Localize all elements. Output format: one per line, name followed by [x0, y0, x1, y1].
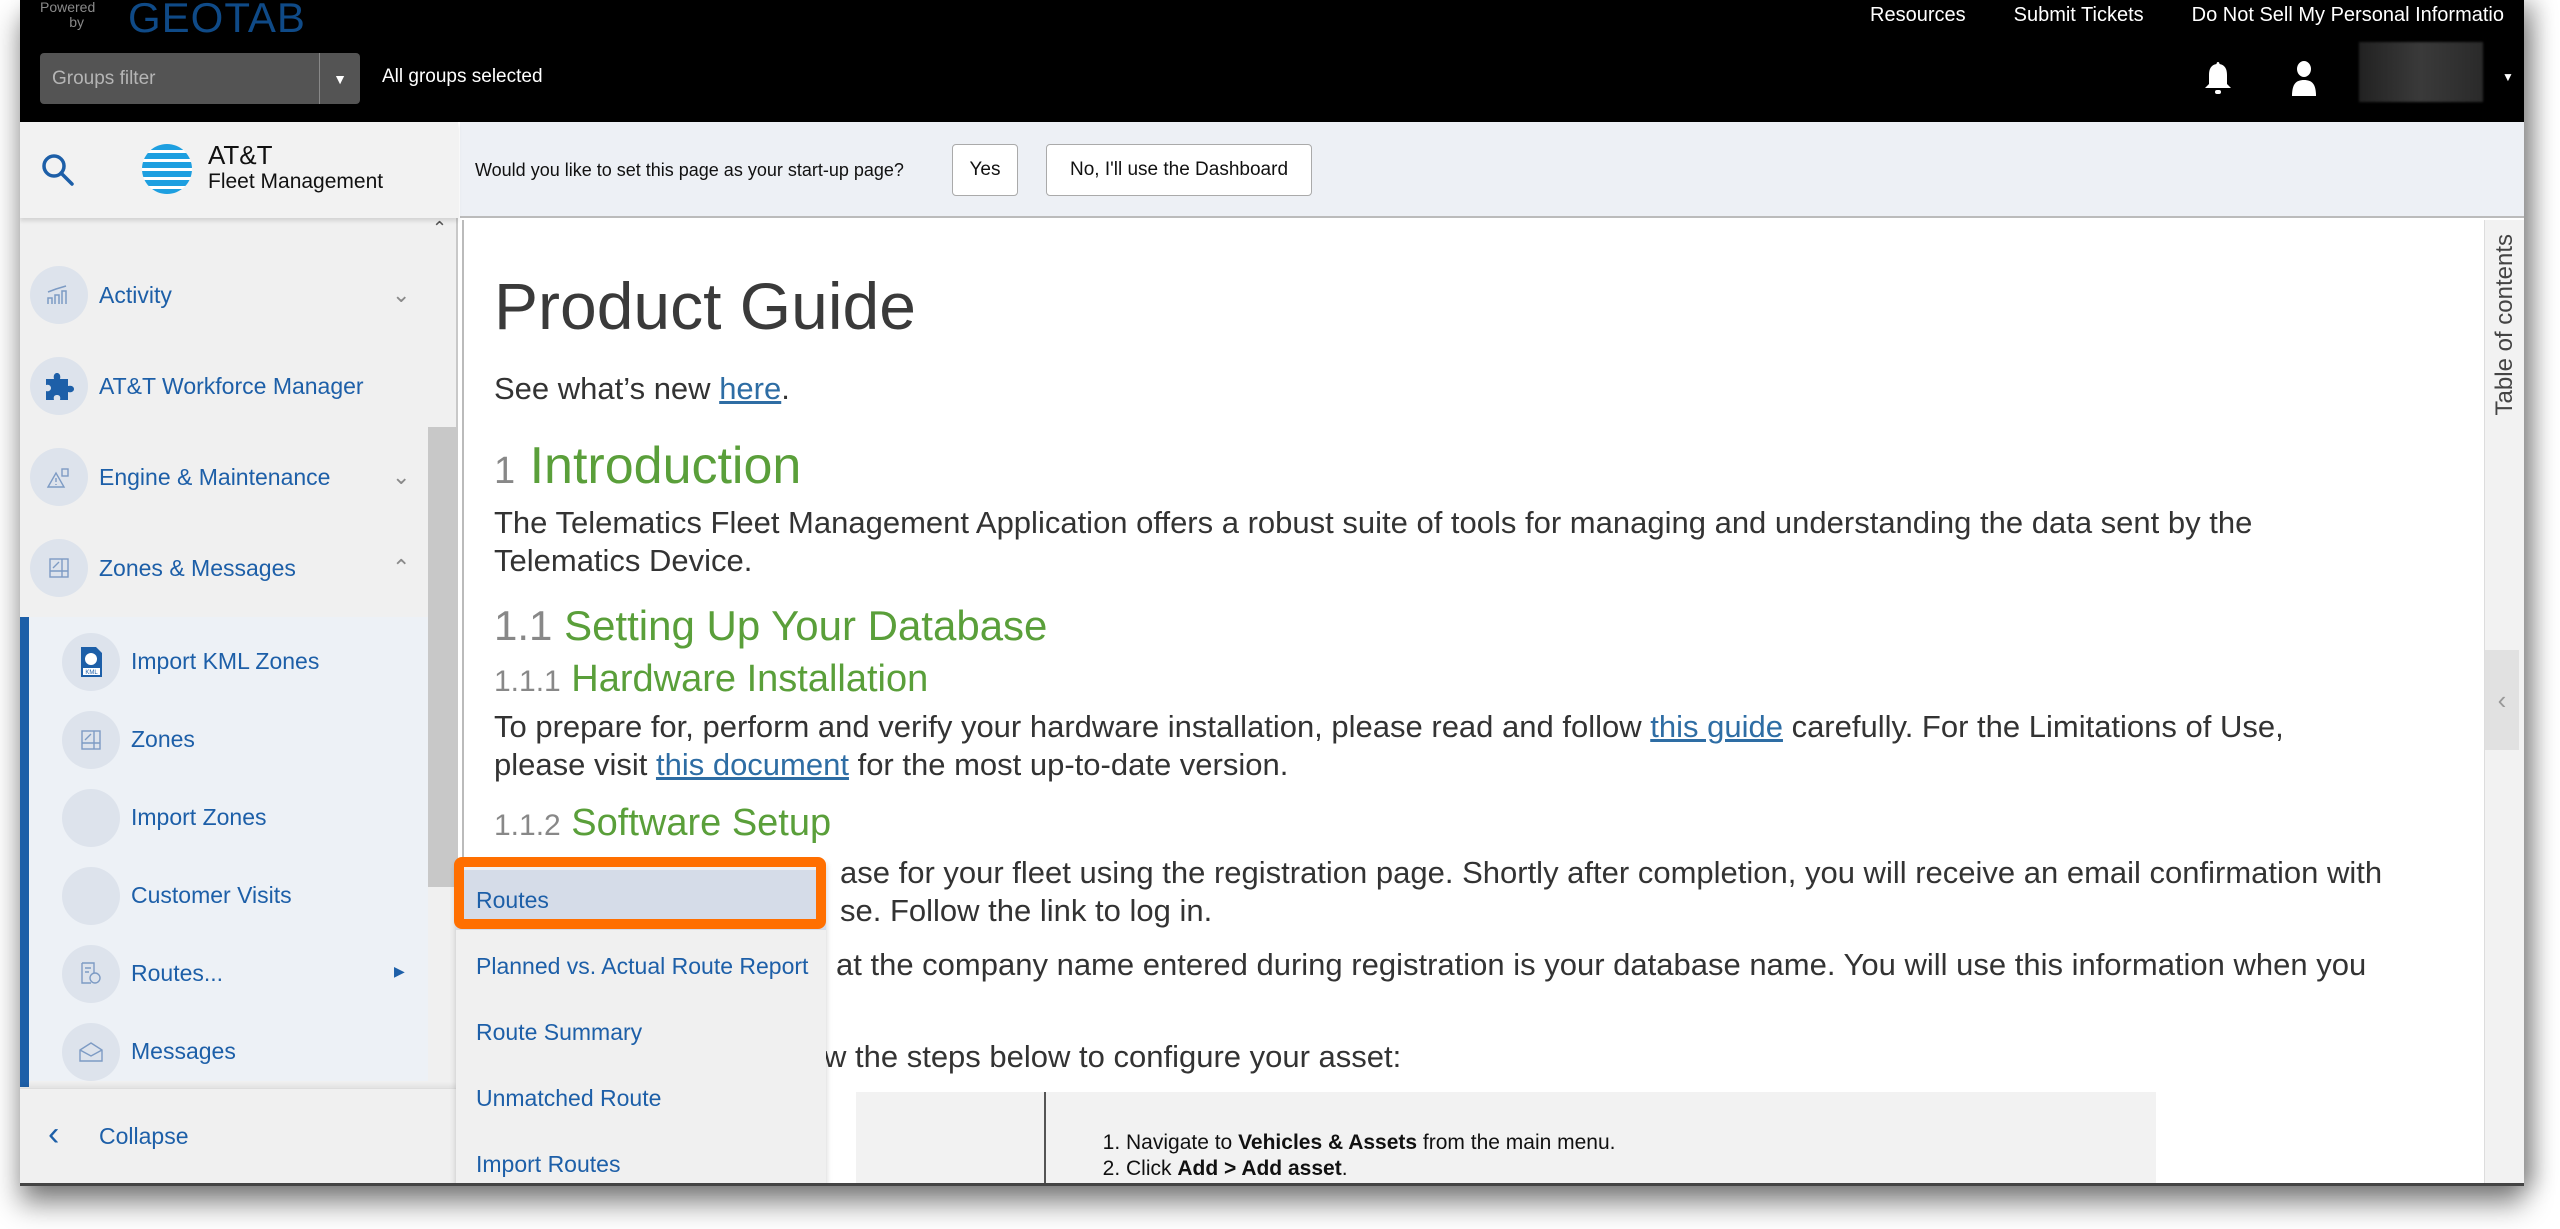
heading-setting-up-database: 1.1 Setting Up Your Database: [494, 602, 1048, 649]
sidebar-item-label: Engine & Maintenance: [99, 463, 331, 490]
chevron-left-icon[interactable]: ‹: [2485, 650, 2519, 750]
resources-link[interactable]: Resources: [1870, 4, 1966, 27]
sidebar-scrollbar[interactable]: [428, 427, 456, 887]
sidebar-subitem-label: Zones: [131, 726, 195, 752]
app-window: Powered by GEOTAB Resources Submit Ticke…: [20, 0, 2524, 1186]
startup-page-prompt: Would you like to set this page as your …: [460, 122, 2524, 218]
software-paragraph-line3: at the company name entered during regis…: [836, 947, 2367, 982]
sidebar-subitem-messages[interactable]: Messages: [20, 1013, 428, 1091]
submenu-arrow-icon: ▶: [394, 963, 405, 979]
heading-introduction: 1 Introduction: [494, 437, 802, 495]
whats-new-link[interactable]: here: [719, 371, 781, 406]
scroll-up-icon[interactable]: ⌃: [432, 218, 447, 239]
puzzle-icon: [30, 357, 88, 415]
sidebar-header: AT&T Fleet Management: [20, 122, 458, 218]
sidebar-subitem-routes[interactable]: Routes... ▶: [20, 935, 428, 1013]
blank-icon: [62, 789, 120, 847]
zones-messages-submenu: KML Import KML Zones Zones Import Zones …: [20, 617, 428, 1087]
sidebar-item-label: Zones & Messages: [99, 554, 296, 581]
submenu-item-unmatched-route[interactable]: Unmatched Route: [456, 1068, 826, 1128]
submenu-item-planned-vs-actual[interactable]: Planned vs. Actual Route Report: [456, 936, 826, 996]
hardware-paragraph-line1: To prepare for, perform and verify your …: [494, 709, 2284, 744]
sidebar-subitem-import-zones[interactable]: Import Zones: [20, 779, 428, 857]
kml-file-icon: KML: [62, 633, 120, 691]
submenu-item-route-summary[interactable]: Route Summary: [456, 1002, 826, 1062]
collapse-label: Collapse: [99, 1123, 189, 1149]
sidebar-item-zones-messages[interactable]: Zones & Messages ⌃: [20, 523, 428, 613]
table-of-contents-panel[interactable]: Table of contents ‹: [2484, 220, 2524, 1183]
steps-list: Navigate to Vehicles & Assets from the m…: [1126, 1130, 1616, 1182]
engine-warning-icon: [30, 448, 88, 506]
sidebar-subitem-import-kml-zones[interactable]: KML Import KML Zones: [20, 623, 428, 701]
user-name-redacted[interactable]: [2359, 42, 2483, 102]
caret-down-icon[interactable]: ▼: [2502, 70, 2514, 84]
search-icon[interactable]: [40, 152, 76, 188]
chevron-down-icon[interactable]: ⌄: [392, 282, 410, 308]
steps-box: Navigate to Vehicles & Assets from the m…: [856, 1092, 2156, 1183]
submit-tickets-link[interactable]: Submit Tickets: [2014, 4, 2144, 27]
sidebar-subitem-label: Import KML Zones: [131, 648, 320, 674]
zone-icon: [30, 539, 88, 597]
route-icon: [62, 945, 120, 1003]
use-dashboard-button[interactable]: No, I'll use the Dashboard: [1046, 144, 1312, 196]
heading-software-setup: 1.1.2 Software Setup: [494, 802, 832, 844]
startup-question: Would you like to set this page as your …: [475, 160, 904, 180]
software-paragraph-line2: se. Follow the link to log in.: [840, 893, 1213, 928]
step-item: Navigate to Vehicles & Assets from the m…: [1126, 1130, 1616, 1156]
software-paragraph-line4: w the steps below to configure your asse…: [824, 1039, 1402, 1074]
sidebar-item-activity[interactable]: Activity ⌄: [20, 250, 428, 340]
user-icon[interactable]: [2290, 60, 2318, 96]
geotab-logo: GEOTAB: [128, 0, 306, 41]
sidebar-subitem-label: Messages: [131, 1038, 236, 1064]
yes-button[interactable]: Yes: [952, 144, 1018, 196]
top-links: Resources Submit Tickets Do Not Sell My …: [1870, 4, 2504, 27]
do-not-sell-link[interactable]: Do Not Sell My Personal Informatio: [2192, 4, 2504, 27]
hardware-paragraph-line2: please visit this document for the most …: [494, 747, 1289, 782]
chart-icon: [30, 266, 88, 324]
sidebar-item-engine-maintenance[interactable]: Engine & Maintenance ⌄: [20, 432, 428, 522]
svg-text:KML: KML: [85, 670, 98, 676]
this-guide-link[interactable]: this guide: [1650, 709, 1783, 744]
logo-name: AT&T: [208, 140, 273, 170]
sidebar-item-workforce-manager[interactable]: AT&T Workforce Manager: [20, 341, 428, 431]
submenu-item-import-routes[interactable]: Import Routes: [456, 1134, 826, 1183]
sidebar-subitem-label: Import Zones: [131, 804, 267, 830]
sidebar-subitem-label: Routes...: [131, 960, 224, 986]
chevron-left-icon: ‹: [48, 1115, 60, 1153]
sidebar-subitem-customer-visits[interactable]: Customer Visits: [20, 857, 428, 935]
bell-icon[interactable]: [2203, 60, 2233, 96]
chevron-down-icon[interactable]: ⌄: [392, 464, 410, 490]
chevron-up-icon[interactable]: ⌃: [392, 555, 410, 581]
sidebar-subitem-zones[interactable]: Zones: [20, 701, 428, 779]
sidebar: AT&T Fleet Management ⌃ Activity ⌄ AT&T …: [20, 122, 458, 1183]
logo-subtitle: Fleet Management: [208, 170, 384, 193]
routes-submenu: Routes Planned vs. Actual Route Report R…: [456, 862, 826, 1183]
page-title: Product Guide: [494, 269, 916, 343]
intro-paragraph-line1: The Telematics Fleet Management Applicat…: [494, 505, 2253, 540]
whats-new-text: See what’s new here.: [494, 371, 790, 406]
envelope-icon: [62, 1023, 120, 1081]
collapse-button[interactable]: ‹ Collapse: [20, 1088, 458, 1183]
blank-icon: [62, 867, 120, 925]
att-globe-logo: [142, 144, 192, 194]
software-paragraph-line1: ase for your fleet using the registratio…: [840, 855, 2383, 890]
powered-by-label: Powered by: [40, 0, 96, 30]
heading-hardware-installation: 1.1.1 Hardware Installation: [494, 658, 929, 700]
sidebar-item-label: Activity: [99, 281, 172, 308]
intro-paragraph-line2: Telematics Device.: [494, 543, 753, 578]
sidebar-item-label: AT&T Workforce Manager: [99, 372, 364, 399]
table-of-contents-label[interactable]: Table of contents: [2491, 234, 2519, 415]
step-item: Click Add > Add asset.: [1126, 1156, 1616, 1182]
sidebar-subitem-label: Customer Visits: [131, 882, 292, 908]
this-document-link[interactable]: this document: [656, 747, 849, 782]
submenu-item-routes[interactable]: Routes: [456, 870, 826, 930]
zone-icon: [62, 711, 120, 769]
